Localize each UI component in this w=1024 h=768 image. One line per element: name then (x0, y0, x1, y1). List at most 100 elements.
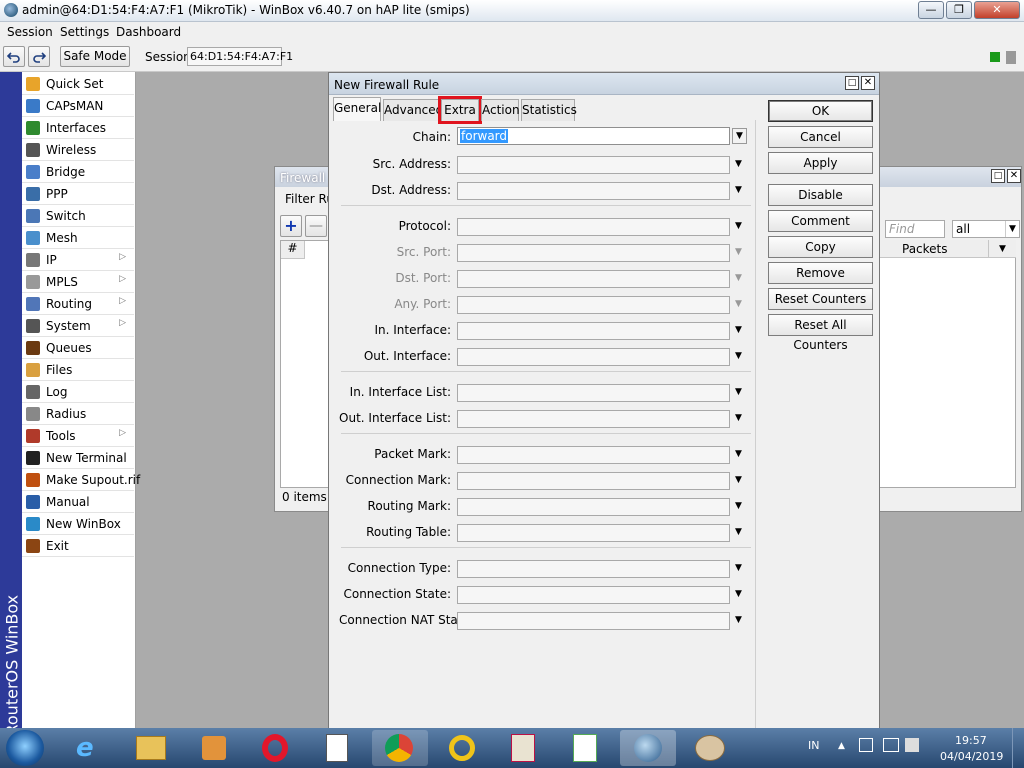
sidebar-item-log[interactable]: Log (22, 381, 134, 403)
firewall-restore-button[interactable]: □ (991, 169, 1005, 183)
clock-date[interactable]: 04/04/2019 (940, 750, 1003, 763)
notepad-plus-taskbar-icon[interactable] (558, 730, 614, 766)
volume-muted-icon[interactable] (905, 738, 919, 752)
chain-field[interactable]: forward (457, 127, 730, 145)
find-input[interactable]: Find (885, 220, 945, 238)
winbox-taskbar-icon[interactable] (620, 730, 676, 766)
out-interface-field[interactable] (457, 348, 730, 366)
connection-state-dropdown-icon[interactable]: ▼ (735, 589, 742, 599)
chrome-taskbar-icon[interactable] (372, 730, 428, 766)
connection-state-field[interactable] (457, 586, 730, 604)
language-indicator[interactable]: IN (808, 739, 819, 752)
sidebar-item-capsman[interactable]: CAPsMAN (22, 95, 134, 117)
safe-mode-button[interactable]: Safe Mode (60, 46, 130, 67)
reset-all-counters-button[interactable]: Reset All Counters (768, 314, 873, 352)
tray-expand-icon[interactable]: ▲ (838, 741, 845, 751)
tab-action[interactable]: Action (481, 99, 520, 121)
col-num-header[interactable]: # (281, 241, 305, 259)
copy-button[interactable]: Copy (768, 236, 873, 258)
dst-port-dropdown-icon[interactable]: ▼ (735, 273, 742, 283)
sidebar-item-files[interactable]: Files (22, 359, 134, 381)
close-button[interactable]: ✕ (974, 1, 1020, 19)
packet-mark-dropdown-icon[interactable]: ▼ (735, 449, 742, 459)
paint-taskbar-icon[interactable] (682, 730, 738, 766)
ie-taskbar-icon[interactable]: e (62, 730, 118, 766)
show-desktop-button[interactable] (1012, 728, 1024, 768)
sidebar-item-ppp[interactable]: PPP (22, 183, 134, 205)
apply-button[interactable]: Apply (768, 152, 873, 174)
network-icon[interactable] (883, 738, 899, 752)
routing-table-dropdown-icon[interactable]: ▼ (735, 527, 742, 537)
sidebar-item-bridge[interactable]: Bridge (22, 161, 134, 183)
sidebar-item-manual[interactable]: Manual (22, 491, 134, 513)
src-address-field[interactable] (457, 156, 730, 174)
dialog-restore-button[interactable]: □ (845, 76, 859, 90)
packet-mark-field[interactable] (457, 446, 730, 464)
sidebar-item-ip[interactable]: IP ▷ (22, 249, 134, 271)
routing-mark-dropdown-icon[interactable]: ▼ (735, 501, 742, 511)
media-player-taskbar-icon[interactable] (186, 730, 242, 766)
sidebar-item-new-terminal[interactable]: New Terminal (22, 447, 134, 469)
sidebar-item-routing[interactable]: Routing ▷ (22, 293, 134, 315)
maximize-button[interactable]: ❐ (946, 1, 972, 19)
ok-button[interactable]: OK (768, 100, 873, 122)
sidebar-item-new-winbox[interactable]: New WinBox (22, 513, 134, 535)
sidebar-item-make-supout-rif[interactable]: Make Supout.rif (22, 469, 140, 491)
sidebar-item-quick-set[interactable]: Quick Set (22, 73, 134, 95)
protocol-dropdown-icon[interactable]: ▼ (735, 221, 742, 231)
firewall-close-button[interactable]: ✕ (1007, 169, 1021, 183)
filter-select[interactable]: all ▼ (952, 220, 1020, 238)
sidebar-item-mpls[interactable]: MPLS ▷ (22, 271, 134, 293)
sidebar-item-wireless[interactable]: Wireless (22, 139, 134, 161)
disable-button[interactable]: Disable (768, 184, 873, 206)
sidebar-item-interfaces[interactable]: Interfaces (22, 117, 134, 139)
opera-taskbar-icon[interactable] (248, 730, 304, 766)
app-taskbar-icon[interactable] (434, 730, 490, 766)
tab-statistics[interactable]: Statistics (521, 99, 577, 121)
remove-button[interactable]: Remove (768, 262, 873, 284)
redo-button[interactable] (28, 46, 50, 67)
sidebar-item-exit[interactable]: Exit (22, 535, 134, 557)
sidebar-item-queues[interactable]: Queues (22, 337, 134, 359)
tab-general[interactable]: General (333, 97, 381, 121)
connection-nat-state-dropdown-icon[interactable]: ▼ (735, 615, 742, 625)
minimize-button[interactable]: — (918, 1, 944, 19)
explorer-taskbar-icon[interactable] (124, 730, 180, 766)
undo-button[interactable] (3, 46, 25, 67)
out-interface-list-field[interactable] (457, 410, 730, 428)
sidebar-item-system[interactable]: System ▷ (22, 315, 134, 337)
connection-mark-field[interactable] (457, 472, 730, 490)
menu-session[interactable]: Session (7, 25, 53, 39)
src-port-dropdown-icon[interactable]: ▼ (735, 247, 742, 257)
menu-dashboard[interactable]: Dashboard (116, 25, 181, 39)
notepad-taskbar-icon[interactable] (310, 730, 366, 766)
out-interface-list-dropdown-icon[interactable]: ▼ (735, 413, 742, 423)
dst-port-field[interactable] (457, 270, 730, 288)
any-port-dropdown-icon[interactable]: ▼ (735, 299, 742, 309)
tab-advanced[interactable]: Advanced (383, 99, 443, 121)
session-field[interactable]: 64:D1:54:F4:A7:F1 (187, 47, 293, 66)
tab-extra[interactable]: Extra (438, 96, 482, 124)
clock-time[interactable]: 19:57 (955, 734, 987, 747)
sidebar-item-radius[interactable]: Radius (22, 403, 134, 425)
src-address-dropdown-icon[interactable]: ▼ (735, 159, 742, 169)
dst-address-field[interactable] (457, 182, 730, 200)
connection-mark-dropdown-icon[interactable]: ▼ (735, 475, 742, 485)
in-interface-dropdown-icon[interactable]: ▼ (735, 325, 742, 335)
any-port-field[interactable] (457, 296, 730, 314)
connection-type-dropdown-icon[interactable]: ▼ (735, 563, 742, 573)
col-packets-header[interactable]: Packets ▼ (880, 240, 1016, 258)
remove-rule-button[interactable]: — (305, 215, 327, 237)
tasks-taskbar-icon[interactable] (496, 730, 552, 766)
flag-icon[interactable] (859, 738, 873, 752)
sidebar-item-switch[interactable]: Switch (22, 205, 134, 227)
in-interface-list-dropdown-icon[interactable]: ▼ (735, 387, 742, 397)
routing-mark-field[interactable] (457, 498, 730, 516)
protocol-field[interactable] (457, 218, 730, 236)
dialog-close-button[interactable]: ✕ (861, 76, 875, 90)
comment-button[interactable]: Comment (768, 210, 873, 232)
sidebar-item-tools[interactable]: Tools ▷ (22, 425, 134, 447)
dst-address-dropdown-icon[interactable]: ▼ (735, 185, 742, 195)
src-port-field[interactable] (457, 244, 730, 262)
in-interface-list-field[interactable] (457, 384, 730, 402)
